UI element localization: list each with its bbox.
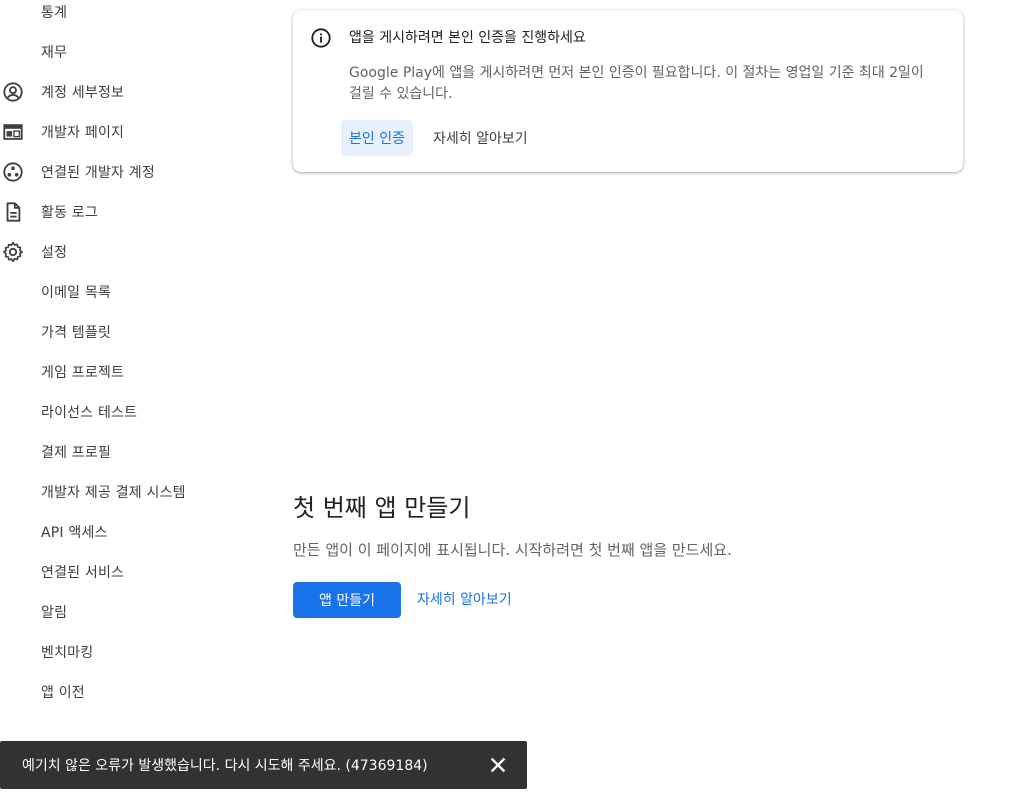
account-circle-icon [2, 81, 24, 103]
close-icon[interactable] [486, 753, 510, 777]
alert-title: 앱을 게시하려면 본인 인증을 진행하세요 [349, 30, 586, 46]
empty-state-description: 만든 앱이 이 페이지에 표시됩니다. 시작하려면 첫 번째 앱을 만드세요. [293, 541, 732, 559]
sidebar-item-notifications[interactable]: 알림 [0, 592, 260, 632]
gear-icon [2, 241, 24, 263]
sidebar-item-label: 재무 [41, 45, 68, 61]
sidebar-item-label: 알림 [41, 605, 68, 621]
info-icon [310, 27, 332, 49]
sidebar-item-settings[interactable]: 설정 [0, 232, 260, 272]
sidebar-item-linked-accounts[interactable]: 연결된 개발자 계정 [0, 152, 260, 192]
sidebar-item-linked-services[interactable]: 연결된 서비스 [0, 552, 260, 592]
sidebar-item-license-testing[interactable]: 라이선스 테스트 [0, 392, 260, 432]
empty-state-title: 첫 번째 앱 만들기 [293, 494, 471, 522]
sidebar-item-benchmarking[interactable]: 벤치마킹 [0, 632, 260, 672]
sidebar-item-label: 설정 [41, 245, 68, 261]
sidebar-item-app-transfer[interactable]: 앱 이전 [0, 672, 260, 712]
sidebar-item-label: 계정 세부정보 [41, 85, 125, 101]
sidebar: 통계 재무 계정 세부정보 개발자 페이지 연결된 개발자 계정 활동 로그 설… [0, 0, 270, 801]
sidebar-item-alternative-billing[interactable]: 개발자 제공 결제 시스템 [0, 472, 260, 512]
sidebar-item-label: 벤치마킹 [41, 645, 94, 661]
sidebar-item-statistics[interactable]: 통계 [0, 0, 260, 32]
sidebar-item-label: 연결된 개발자 계정 [41, 165, 155, 181]
document-icon [2, 201, 24, 223]
identity-verification-alert: 앱을 게시하려면 본인 인증을 진행하세요 Google Play에 앱을 게시… [293, 10, 963, 172]
web-page-icon [2, 121, 24, 143]
sidebar-item-label: 게임 프로젝트 [41, 365, 125, 381]
alert-body: Google Play에 앱을 게시하려면 먼저 본인 인증이 필요합니다. 이… [349, 65, 924, 102]
empty-state-learn-more-link[interactable]: 자세히 알아보기 [417, 589, 512, 609]
sidebar-item-email-lists[interactable]: 이메일 목록 [0, 272, 260, 312]
sidebar-item-label: 앱 이전 [41, 685, 85, 701]
sidebar-item-api-access[interactable]: API 액세스 [0, 512, 260, 552]
linked-accounts-icon [2, 161, 24, 183]
sidebar-item-label: 결제 프로필 [41, 445, 112, 461]
sidebar-item-label: API 액세스 [41, 525, 108, 541]
sidebar-item-game-projects[interactable]: 게임 프로젝트 [0, 352, 260, 392]
sidebar-item-label: 개발자 페이지 [41, 125, 125, 141]
sidebar-item-label: 가격 템플릿 [41, 325, 112, 341]
alert-learn-more-button[interactable]: 자세히 알아보기 [425, 120, 536, 156]
create-app-button[interactable]: 앱 만들기 [293, 582, 401, 618]
sidebar-item-account-details[interactable]: 계정 세부정보 [0, 72, 260, 112]
sidebar-item-payments-profile[interactable]: 결제 프로필 [0, 432, 260, 472]
snackbar-message: 예기치 않은 오류가 발생했습니다. 다시 시도해 주세요. (47369184… [22, 758, 428, 774]
error-snackbar: 예기치 않은 오류가 발생했습니다. 다시 시도해 주세요. (47369184… [0, 741, 527, 789]
play-console-page: 통계 재무 계정 세부정보 개발자 페이지 연결된 개발자 계정 활동 로그 설… [0, 0, 1029, 801]
sidebar-item-label: 통계 [41, 5, 68, 21]
sidebar-item-label: 라이선스 테스트 [41, 405, 138, 421]
sidebar-item-finance[interactable]: 재무 [0, 32, 260, 72]
sidebar-item-label: 개발자 제공 결제 시스템 [41, 485, 186, 501]
sidebar-item-developer-page[interactable]: 개발자 페이지 [0, 112, 260, 152]
sidebar-item-pricing-templates[interactable]: 가격 템플릿 [0, 312, 260, 352]
sidebar-item-label: 활동 로그 [41, 205, 98, 221]
sidebar-item-activity-log[interactable]: 활동 로그 [0, 192, 260, 232]
verify-identity-button[interactable]: 본인 인증 [341, 120, 413, 156]
sidebar-item-label: 연결된 서비스 [41, 565, 125, 581]
sidebar-item-label: 이메일 목록 [41, 285, 112, 301]
